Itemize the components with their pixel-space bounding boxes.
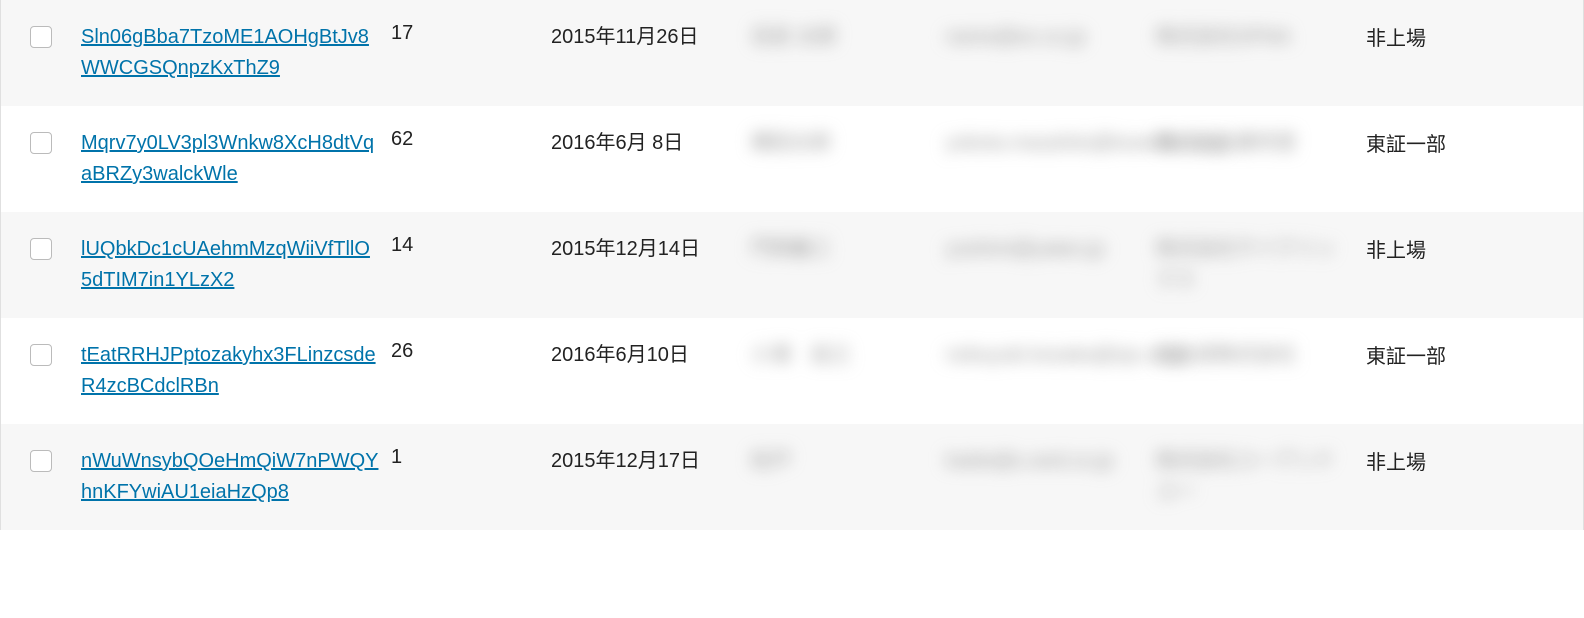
row-checkbox[interactable] <box>30 344 52 366</box>
name-text: 横田太郎 <box>751 132 831 154</box>
email-cell: nobuyuki.kosaka@sjs.co.jp <box>946 340 1156 371</box>
email-cell: yoshimi@yateo.jp <box>946 234 1156 265</box>
link-cell: tEatRRHJPptozakyhx3FLinzcsdeR4zcBCdclRBn <box>81 340 391 402</box>
record-link[interactable]: Mqrv7y0LV3pl3Wnkw8XcH8dtVqaBRZy3walckWle <box>81 132 374 185</box>
email-text: nobuyuki.kosaka@sjs.co.jp <box>946 344 1188 366</box>
table-row: Mqrv7y0LV3pl3Wnkw8XcH8dtVqaBRZy3walckWle… <box>1 106 1583 212</box>
date-cell: 2016年6月10日 <box>551 340 751 371</box>
status-cell: 非上場 <box>1366 22 1546 51</box>
name-cell: 門岡義三 <box>751 234 946 265</box>
record-link[interactable]: nWuWnsybQOeHmQiW7nPWQYhnKFYwiAU1eiaHzQp8 <box>81 450 378 503</box>
name-cell: 松戸 <box>751 446 946 477</box>
email-cell: name@ex.co.jp <box>946 22 1156 53</box>
record-link[interactable]: lUQbkDc1cUAehmMzqWiiVfTllO5dTIM7in1YLzX2 <box>81 238 370 291</box>
table-row: nWuWnsybQOeHmQiW7nPWQYhnKFYwiAU1eiaHzQp8… <box>1 424 1583 530</box>
link-cell: Mqrv7y0LV3pl3Wnkw8XcH8dtVqaBRZy3walckWle <box>81 128 391 190</box>
company-cell: 株式会社ユーアンドユー <box>1156 446 1366 508</box>
company-text: 旭化成株式会社 <box>1156 344 1296 366</box>
table-row: lUQbkDc1cUAehmMzqWiiVfTllO5dTIM7in1YLzX2… <box>1 212 1583 318</box>
checkbox-cell <box>1 446 81 472</box>
checkbox-cell <box>1 22 81 48</box>
name-text: 松戸 <box>751 450 791 472</box>
company-text: 株式会社サイクリックス <box>1156 238 1336 291</box>
email-text: name@ex.co.jp <box>946 26 1085 48</box>
link-cell: lUQbkDc1cUAehmMzqWiiVfTllO5dTIM7in1YLzX2 <box>81 234 391 296</box>
link-cell: Sln06gBba7TzoME1AOHgBtJv8WWCGSQnpzKxThZ9 <box>81 22 391 84</box>
email-text: kaido@u-and.co.jp <box>946 450 1113 472</box>
date-cell: 2015年11月26日 <box>551 22 751 53</box>
name-text: 名前 太郎 <box>751 26 837 48</box>
record-link[interactable]: Sln06gBba7TzoME1AOHgBtJv8WWCGSQnpzKxThZ9 <box>81 26 369 79</box>
email-text: yoshimi@yateo.jp <box>946 238 1104 260</box>
count-cell: 26 <box>391 340 551 363</box>
name-cell: 小濱 延之 <box>751 340 946 371</box>
company-text: 株式会社ユーアンドユー <box>1156 450 1334 503</box>
date-cell: 2016年6月 8日 <box>551 128 751 159</box>
company-cell: 株式会社康世堂 <box>1156 128 1366 159</box>
date-cell: 2015年12月17日 <box>551 446 751 477</box>
status-cell: 東証一部 <box>1366 128 1546 157</box>
status-cell: 非上場 <box>1366 234 1546 263</box>
name-text: 門岡義三 <box>751 238 831 260</box>
count-cell: 17 <box>391 22 551 45</box>
row-checkbox[interactable] <box>30 450 52 472</box>
checkbox-cell <box>1 234 81 260</box>
row-checkbox[interactable] <box>30 238 52 260</box>
company-cell: 株式会社サイクリックス <box>1156 234 1366 296</box>
name-cell: 横田太郎 <box>751 128 946 159</box>
date-cell: 2015年12月14日 <box>551 234 751 265</box>
record-link[interactable]: tEatRRHJPptozakyhx3FLinzcsdeR4zcBCdclRBn <box>81 344 376 397</box>
company-text: 株式会社康世堂 <box>1156 132 1296 154</box>
status-cell: 非上場 <box>1366 446 1546 475</box>
name-text: 小濱 延之 <box>751 344 851 366</box>
company-cell: 旭化成株式会社 <box>1156 340 1366 371</box>
row-checkbox[interactable] <box>30 132 52 154</box>
table-row: tEatRRHJPptozakyhx3FLinzcsdeR4zcBCdclRBn… <box>1 318 1583 424</box>
count-cell: 1 <box>391 446 551 469</box>
name-cell: 名前 太郎 <box>751 22 946 53</box>
count-cell: 14 <box>391 234 551 257</box>
row-checkbox[interactable] <box>30 26 52 48</box>
link-cell: nWuWnsybQOeHmQiW7nPWQYhnKFYwiAU1eiaHzQp8 <box>81 446 391 508</box>
count-cell: 62 <box>391 128 551 151</box>
table-row: Sln06gBba7TzoME1AOHgBtJv8WWCGSQnpzKxThZ9… <box>1 0 1583 106</box>
email-cell: kaido@u-and.co.jp <box>946 446 1156 477</box>
status-cell: 東証一部 <box>1366 340 1546 369</box>
email-cell: yokota.masahito@koseido.co.jp <box>946 128 1156 159</box>
company-text: 株式会社SPNA <box>1156 26 1290 48</box>
company-cell: 株式会社SPNA <box>1156 22 1366 53</box>
data-table: Sln06gBba7TzoME1AOHgBtJv8WWCGSQnpzKxThZ9… <box>0 0 1584 530</box>
checkbox-cell <box>1 128 81 154</box>
checkbox-cell <box>1 340 81 366</box>
